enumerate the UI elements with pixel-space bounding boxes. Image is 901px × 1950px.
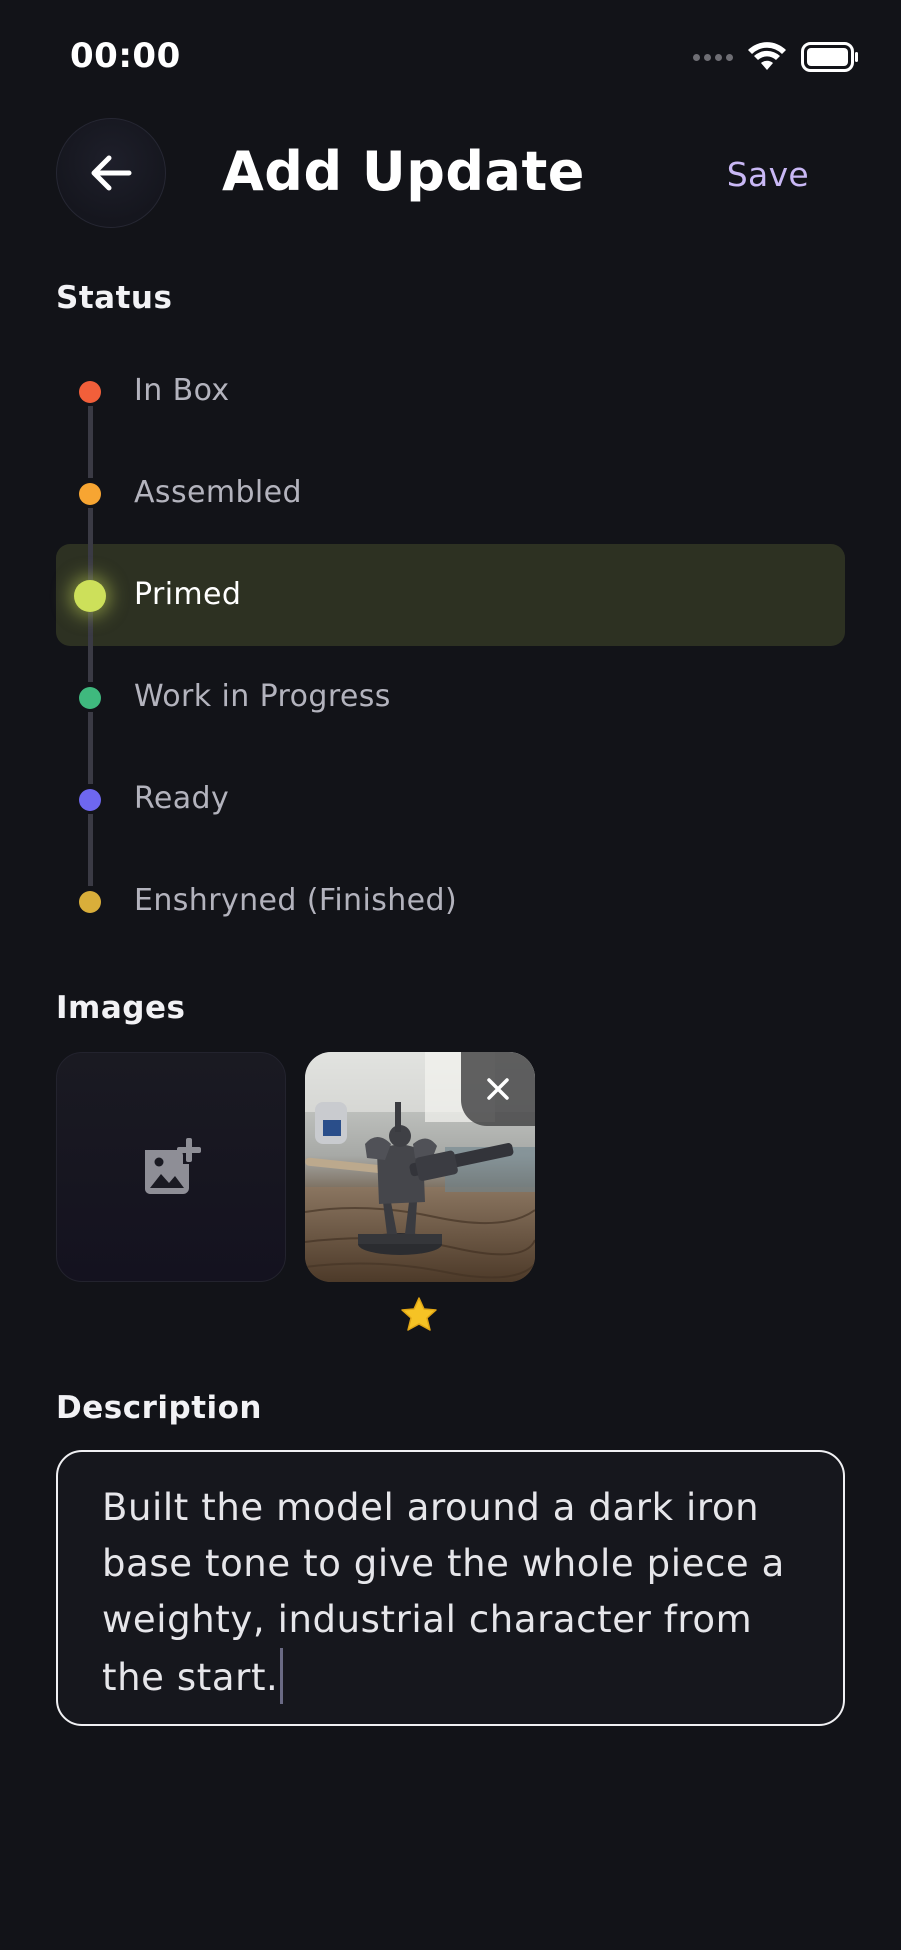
add-image-button[interactable] bbox=[56, 1052, 286, 1282]
battery-icon bbox=[801, 42, 858, 72]
status-option-label: Primed bbox=[134, 577, 242, 612]
text-cursor bbox=[280, 1648, 284, 1704]
add-photo-icon bbox=[145, 1138, 201, 1194]
status-dot bbox=[79, 789, 101, 811]
status-option[interactable]: Primed bbox=[56, 544, 845, 646]
status-option[interactable]: Work in Progress bbox=[56, 646, 845, 748]
status-list: In Box Assembled Primed Work in Progress Rea… bbox=[56, 340, 845, 952]
status-icons bbox=[693, 42, 859, 72]
status-section-label: Status bbox=[56, 280, 173, 316]
favorite-star-icon[interactable] bbox=[400, 1296, 438, 1336]
description-section-label: Description bbox=[56, 1390, 263, 1426]
timeline-connector bbox=[88, 442, 93, 478]
status-option[interactable]: Enshryned (Finished) bbox=[56, 850, 845, 952]
timeline-connector bbox=[88, 850, 93, 886]
status-dot bbox=[79, 687, 101, 709]
timeline-connector bbox=[88, 406, 93, 442]
cellular-signal-icon bbox=[693, 53, 733, 61]
status-option[interactable]: Assembled bbox=[56, 442, 845, 544]
back-button[interactable] bbox=[56, 118, 166, 228]
image-thumbnail[interactable] bbox=[305, 1052, 535, 1282]
timeline-connector bbox=[88, 748, 93, 784]
status-option[interactable]: Ready bbox=[56, 748, 845, 850]
status-bar: 00:00 bbox=[0, 0, 901, 110]
status-option-label: Assembled bbox=[134, 475, 302, 510]
status-time: 00:00 bbox=[70, 36, 181, 76]
timeline-connector bbox=[88, 646, 93, 682]
timeline-connector bbox=[88, 712, 93, 748]
description-input[interactable]: Built the model around a dark iron base … bbox=[56, 1450, 845, 1726]
status-dot bbox=[79, 483, 101, 505]
close-icon bbox=[487, 1078, 509, 1100]
timeline-connector bbox=[88, 814, 93, 850]
status-option-label: Work in Progress bbox=[134, 679, 391, 714]
timeline-connector bbox=[88, 508, 93, 544]
save-button[interactable]: Save bbox=[727, 155, 809, 194]
description-text: Built the model around a dark iron base … bbox=[102, 1486, 785, 1699]
page-title: Add Update bbox=[222, 140, 585, 203]
status-option-label: Enshryned (Finished) bbox=[134, 883, 458, 918]
status-dot bbox=[74, 580, 106, 612]
remove-image-button[interactable] bbox=[461, 1052, 535, 1126]
wifi-icon bbox=[748, 42, 786, 70]
add-update-screen: 00:00 Add Update Save Status In Box Assem… bbox=[0, 0, 901, 1950]
timeline-connector bbox=[88, 544, 93, 580]
status-option[interactable]: In Box bbox=[56, 340, 845, 442]
status-dot bbox=[79, 891, 101, 913]
status-option-label: In Box bbox=[134, 373, 230, 408]
images-section-label: Images bbox=[56, 990, 186, 1026]
timeline-connector bbox=[88, 610, 93, 646]
status-option-label: Ready bbox=[134, 781, 230, 816]
arrow-left-icon bbox=[91, 155, 132, 191]
status-dot bbox=[79, 381, 101, 403]
